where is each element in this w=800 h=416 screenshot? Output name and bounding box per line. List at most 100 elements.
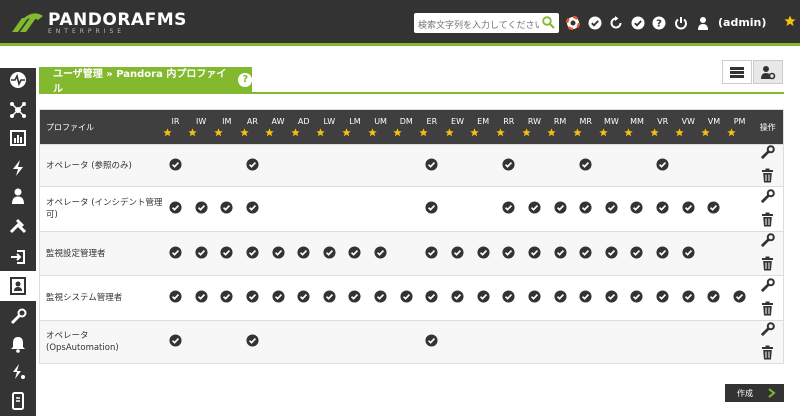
check-icon (195, 201, 208, 214)
sidebar (0, 68, 36, 416)
permission-cell-iw (188, 321, 214, 364)
column-label: UM (374, 117, 387, 126)
permission-cell-vw (675, 232, 701, 276)
profile-name[interactable]: オペレータ (インシデント管理可) (40, 187, 163, 232)
column-label: DM (399, 117, 413, 126)
column-label: IM (222, 117, 232, 126)
sidebar-settings-icon[interactable] (9, 308, 27, 326)
permission-column-lw: LW (316, 110, 342, 145)
server-ok-icon[interactable] (631, 16, 645, 30)
star-icon (573, 128, 599, 137)
help-icon[interactable]: ? (652, 16, 666, 30)
sidebar-reports-icon[interactable] (9, 129, 27, 147)
permission-cell-aw (265, 145, 291, 187)
sidebar-events-icon[interactable] (9, 159, 27, 177)
permission-cell-vm (701, 321, 727, 364)
delete-trash-icon[interactable] (761, 168, 774, 186)
permission-column-rw: RW (521, 110, 548, 145)
star-icon (701, 128, 727, 137)
permission-cell-ar (240, 321, 266, 364)
permission-column-lm: LM (342, 110, 368, 145)
delete-trash-icon[interactable] (761, 345, 774, 363)
sidebar-login-icon[interactable] (9, 248, 27, 266)
sidebar-profile-icon[interactable] (0, 271, 36, 301)
permission-cell-vm (701, 187, 727, 232)
sidebar-users-icon[interactable] (9, 187, 27, 205)
check-icon (220, 290, 233, 303)
column-label: RW (527, 117, 541, 126)
user-name[interactable]: (admin) (718, 16, 766, 29)
delete-trash-icon[interactable] (761, 212, 774, 230)
check-icon (477, 245, 490, 259)
search-icon[interactable] (542, 16, 555, 29)
profile-name[interactable]: オペレータ (参照のみ) (40, 145, 163, 187)
sidebar-monitoring-icon[interactable] (9, 71, 27, 89)
delete-trash-icon[interactable] (761, 301, 774, 319)
edit-wrench-icon[interactable] (760, 233, 776, 251)
edit-wrench-icon[interactable] (760, 321, 776, 340)
column-label: LM (349, 117, 361, 126)
check-icon (528, 290, 541, 303)
table-row: オペレータ (インシデント管理可) (39, 186, 784, 232)
star-icon (342, 128, 368, 137)
profile-name[interactable]: 監視システム管理者 (40, 276, 163, 321)
column-label: VM (707, 117, 721, 126)
star-icon (521, 128, 548, 137)
star-icon (650, 128, 676, 137)
check-icon (169, 157, 182, 171)
profile-name[interactable]: 監視設定管理者 (40, 232, 163, 276)
power-icon[interactable] (674, 16, 688, 30)
permission-cell-ir (163, 145, 189, 187)
delete-trash-icon[interactable] (761, 256, 774, 274)
logo[interactable]: PANDORAFMS ENTERPRISE (10, 10, 187, 36)
permission-cell-dm (393, 276, 419, 321)
permission-cell-mr (573, 321, 599, 364)
star-icon (239, 128, 266, 137)
check-icon (246, 334, 259, 347)
search-box[interactable] (414, 13, 559, 36)
permission-column-aw: AW (265, 110, 291, 145)
profile-column-header: プロファイル (46, 122, 94, 132)
check-icon (579, 157, 592, 171)
sidebar-tools-icon[interactable] (9, 216, 27, 234)
list-view-button[interactable] (722, 60, 752, 84)
create-button[interactable]: 作成 (725, 384, 784, 402)
permission-column-er: ER (419, 110, 445, 145)
operations-cell (752, 187, 783, 232)
profile-view-button[interactable] (753, 60, 783, 84)
column-label: MM (630, 117, 644, 126)
column-label: AR (246, 117, 258, 126)
check-icon (630, 201, 644, 214)
lifebuoy-icon[interactable] (566, 16, 580, 30)
refresh-icon[interactable] (609, 16, 623, 30)
status-ok-icon[interactable] (588, 16, 602, 30)
edit-wrench-icon[interactable] (760, 277, 776, 296)
check-icon (656, 290, 669, 303)
help-button[interactable]: ? (238, 72, 252, 87)
permission-column-ew: EW (444, 110, 471, 145)
user-icon[interactable] (696, 16, 710, 30)
permission-cell-ar (240, 145, 266, 187)
permission-cell-mw (599, 145, 625, 187)
edit-wrench-icon[interactable] (760, 188, 776, 207)
star-icon[interactable] (784, 15, 796, 27)
check-icon (425, 290, 438, 303)
list-icon (730, 67, 744, 78)
column-label: VW (681, 117, 695, 126)
top-bar: PANDORAFMS ENTERPRISE ? (admin) (0, 0, 800, 46)
sidebar-alerts-icon[interactable] (9, 335, 27, 353)
check-icon (246, 245, 259, 259)
permission-cell-vm (701, 145, 727, 187)
sidebar-automation-icon[interactable] (9, 363, 27, 381)
permission-cell-vr (650, 232, 676, 276)
sidebar-topology-icon[interactable] (9, 101, 27, 119)
search-input[interactable] (414, 16, 539, 36)
permission-cell-ar (240, 276, 266, 321)
sidebar-storage-icon[interactable] (9, 392, 27, 410)
permission-cell-lm (342, 321, 368, 364)
permission-cell-em (470, 145, 496, 187)
check-icon (554, 245, 567, 259)
profile-name[interactable]: オペレータ (OpsAutomation) (40, 321, 163, 364)
edit-wrench-icon[interactable] (760, 145, 776, 163)
permission-cell-er (419, 187, 445, 232)
